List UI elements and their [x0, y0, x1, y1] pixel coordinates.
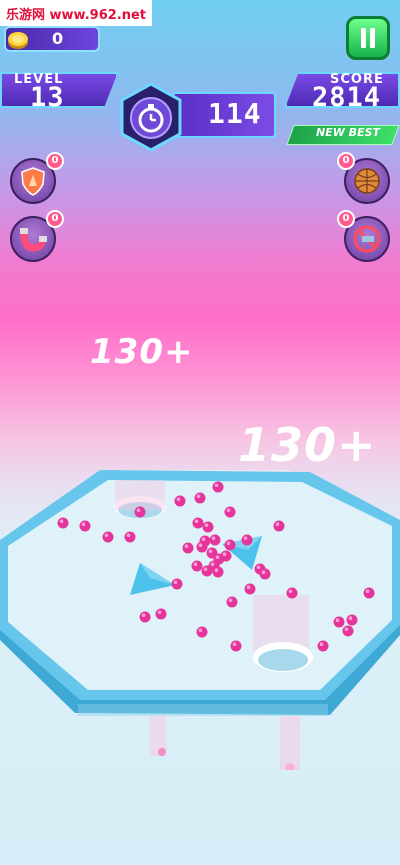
ball — [259, 568, 271, 580]
ball-highlight — [246, 585, 251, 589]
ball — [212, 566, 224, 578]
ball-highlight — [136, 508, 141, 512]
ball-highlight — [184, 544, 189, 548]
ball-highlight — [222, 552, 227, 556]
ball-highlight — [59, 519, 64, 523]
ball-highlight — [226, 541, 231, 545]
ball — [194, 492, 206, 504]
ball-highlight — [215, 555, 220, 559]
ball-highlight — [344, 627, 349, 631]
ball — [102, 531, 114, 543]
ball-highlight — [275, 522, 280, 526]
ball — [174, 495, 186, 507]
ball-highlight — [256, 565, 261, 569]
ball — [182, 542, 194, 554]
ball-highlight — [198, 628, 203, 632]
ball-highlight — [211, 536, 216, 540]
ball-highlight — [319, 642, 324, 646]
ball-highlight — [365, 589, 370, 593]
ball-highlight — [141, 613, 146, 617]
ball-highlight — [214, 483, 219, 488]
ball — [57, 517, 69, 529]
ball-highlight — [176, 497, 181, 502]
ball-highlight — [204, 523, 209, 527]
ball-highlight — [335, 618, 340, 622]
ball-highlight — [196, 494, 201, 499]
ball — [155, 608, 167, 620]
ball-highlight — [201, 537, 206, 541]
ball — [196, 541, 208, 553]
ball — [224, 539, 236, 551]
ball — [363, 587, 375, 599]
ball — [79, 520, 91, 532]
ball — [346, 614, 358, 626]
ball-highlight — [288, 589, 293, 593]
ball — [201, 565, 213, 577]
ball — [196, 626, 208, 638]
ball-highlight — [210, 562, 215, 566]
ball — [224, 506, 236, 518]
ball — [192, 517, 204, 529]
ball — [134, 506, 146, 518]
ball — [244, 583, 256, 595]
ball-highlight — [261, 570, 266, 574]
ball — [212, 481, 224, 493]
ball — [124, 531, 136, 543]
ball — [209, 534, 221, 546]
ball-highlight — [348, 616, 353, 620]
ball — [241, 534, 253, 546]
ball-highlight — [104, 533, 109, 537]
ball-highlight — [226, 508, 231, 512]
ball-highlight — [203, 567, 208, 571]
ball — [220, 550, 232, 562]
ball-highlight — [194, 519, 199, 523]
ball-highlight — [157, 610, 162, 614]
ball-highlight — [126, 533, 131, 537]
balls-layer — [57, 481, 375, 652]
ball-highlight — [214, 568, 219, 572]
ball — [317, 640, 329, 652]
ball — [333, 616, 345, 628]
ball — [342, 625, 354, 637]
ball — [139, 611, 151, 623]
ball-highlight — [243, 536, 248, 540]
ball-highlight — [232, 642, 237, 646]
ball — [273, 520, 285, 532]
ball — [191, 560, 203, 572]
ball — [171, 578, 183, 590]
ball — [202, 521, 214, 533]
ball-highlight — [173, 580, 178, 584]
ball-highlight — [198, 543, 203, 547]
ball-highlight — [228, 598, 233, 602]
ball-highlight — [193, 562, 198, 566]
ball — [226, 596, 238, 608]
ball-highlight — [81, 522, 86, 526]
ball — [230, 640, 242, 652]
ball-highlight — [208, 549, 213, 553]
ball — [286, 587, 298, 599]
